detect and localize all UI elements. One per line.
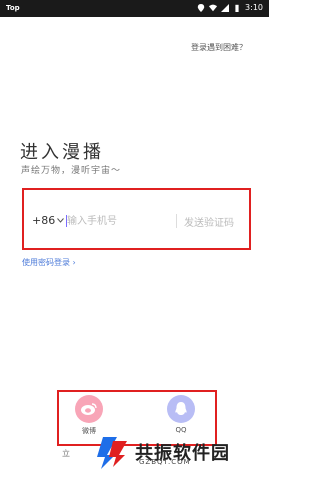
send-code-button[interactable]: 发送验证码 <box>184 214 234 229</box>
qq-login-button[interactable]: QQ <box>163 395 199 434</box>
password-login-label: 使用密码登录 <box>22 258 70 267</box>
input-divider <box>176 214 177 228</box>
signal-icon <box>221 3 230 12</box>
country-code-label: +86 <box>32 214 56 227</box>
weibo-icon <box>75 395 103 423</box>
chevron-down-icon <box>57 218 65 223</box>
wifi-icon <box>209 4 218 11</box>
phone-input[interactable] <box>67 210 167 232</box>
phone-login-box: +86 发送验证码 <box>22 188 251 250</box>
country-code-selector[interactable]: +86 <box>32 214 65 227</box>
brand-url: GZBQT.COM <box>139 458 191 466</box>
battery-icon <box>235 4 239 12</box>
password-login-link[interactable]: 使用密码登录 › <box>22 257 76 268</box>
page-title: 进入漫播 <box>20 142 104 163</box>
chevron-right-icon: › <box>72 258 76 267</box>
footer-text-fragment: 立 <box>62 449 70 458</box>
weibo-login-button[interactable]: 微博 <box>71 395 107 436</box>
qq-icon <box>167 395 195 423</box>
location-icon <box>197 3 205 12</box>
status-bar: Top 3:10 <box>0 0 269 17</box>
page-subtitle: 声绘万物，漫听宇宙～ <box>21 166 122 176</box>
login-help-link[interactable]: 登录遇到困难？ <box>191 42 247 53</box>
status-icons: 3:10 <box>197 3 263 12</box>
clock: 3:10 <box>245 3 263 12</box>
carrier-label: Top <box>6 4 20 12</box>
brand-logo-icon <box>97 437 127 469</box>
qq-label: QQ <box>175 426 187 434</box>
